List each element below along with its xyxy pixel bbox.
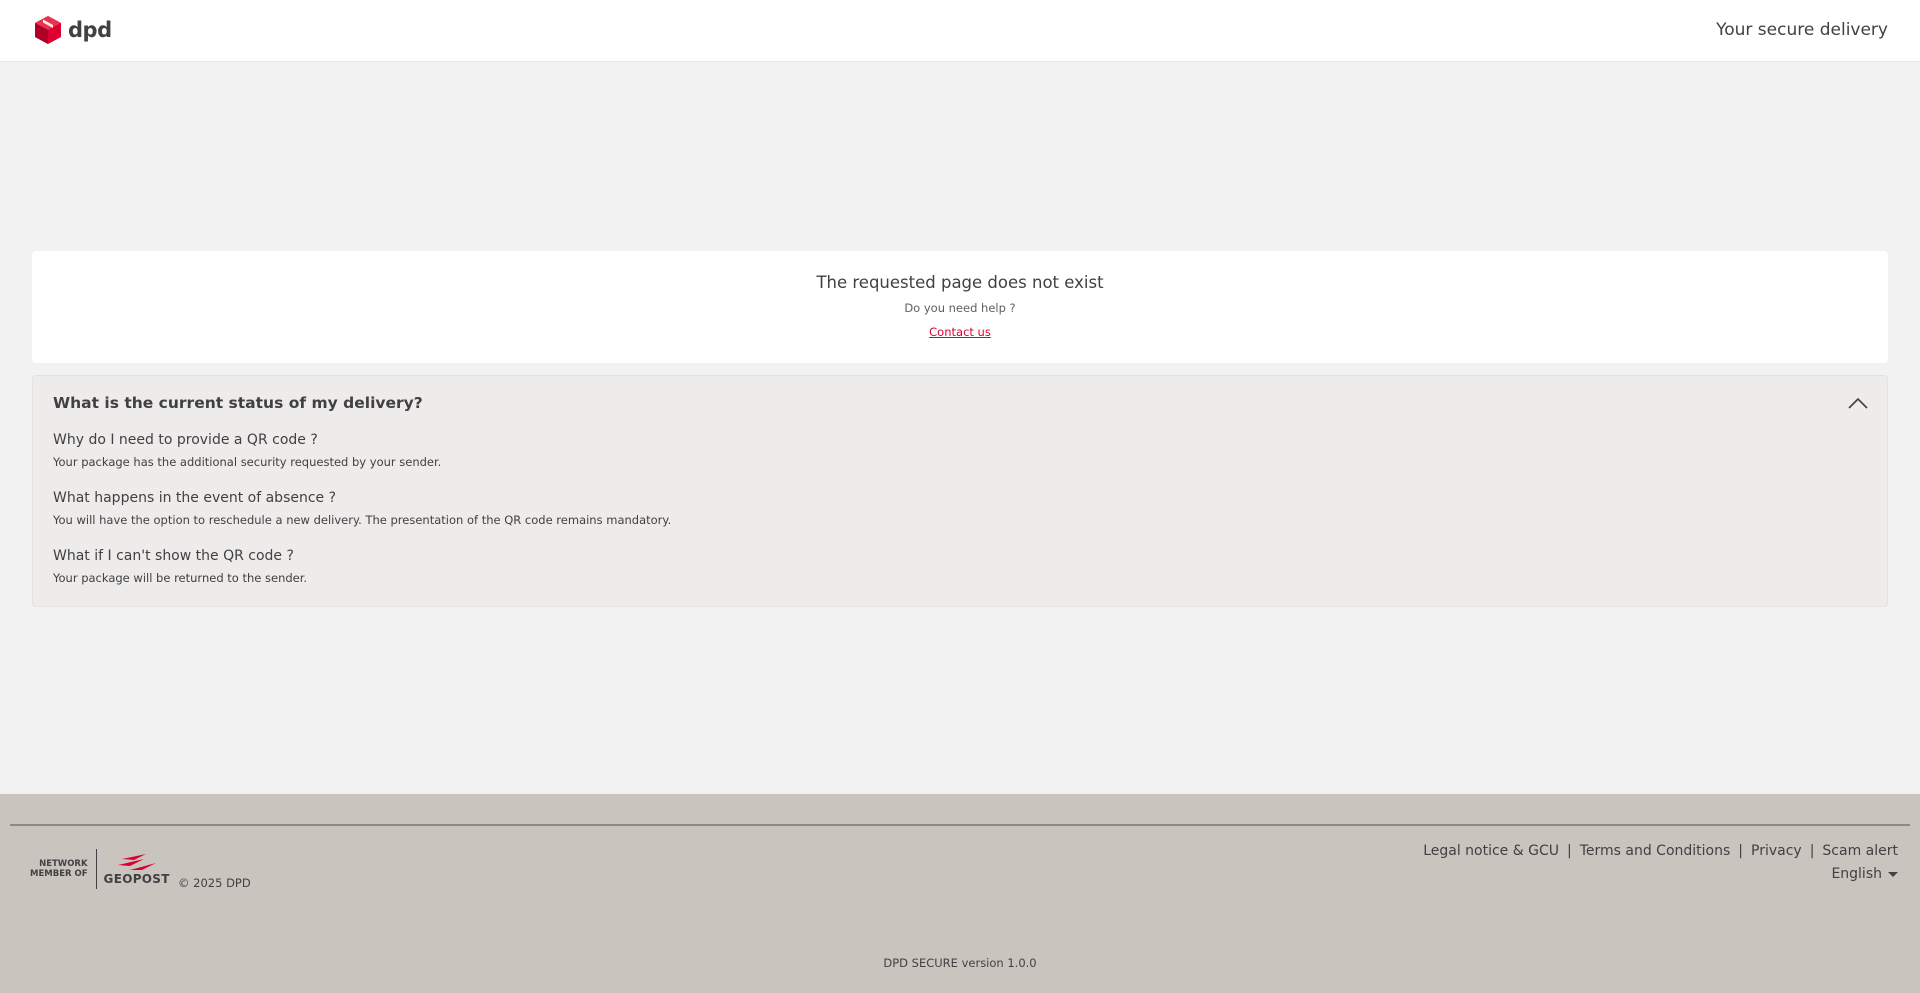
network-separator — [95, 849, 97, 889]
geopost-logo[interactable]: GEOPOST — [104, 853, 170, 886]
faq-question: What happens in the event of absence ? — [53, 490, 337, 506]
copyright: © 2025 DPD — [178, 876, 251, 890]
legal-notice-link[interactable]: Legal notice & GCU — [1423, 843, 1559, 859]
faq-answer: You will have the option to reschedule a… — [53, 513, 672, 527]
link-separator: | — [1566, 843, 1572, 859]
dpd-cube-icon — [35, 16, 61, 44]
contact-container: Contact us — [32, 325, 1888, 339]
header-title: Your secure delivery — [1716, 20, 1888, 40]
faq-question: Why do I need to provide a QR code ? — [53, 432, 318, 448]
faq-title[interactable]: What is the current status of my deliver… — [53, 394, 423, 412]
link-separator: | — [1738, 843, 1743, 859]
version-text: DPD SECURE version 1.0.0 — [883, 956, 1037, 970]
logo-text: dpd — [68, 18, 112, 42]
faq-item: Why do I need to provide a QR code ? You… — [53, 432, 441, 469]
network-line-1: NETWORK — [39, 859, 88, 869]
error-card: The requested page does not exist Do you… — [32, 251, 1888, 363]
contact-us-link[interactable]: Contact us — [929, 325, 991, 339]
language-label: English — [1831, 866, 1882, 882]
scam-alert-link[interactable]: Scam alert — [1822, 843, 1898, 859]
geopost-text: GEOPOST — [103, 871, 170, 886]
language-selector[interactable]: English — [1831, 866, 1898, 882]
faq-answer: Your package will be returned to the sen… — [53, 571, 308, 585]
dpd-logo[interactable]: dpd — [34, 15, 112, 45]
network-line-2: MEMBER OF — [30, 869, 88, 879]
error-title: The requested page does not exist — [816, 273, 1104, 292]
terms-link[interactable]: Terms and Conditions — [1580, 843, 1731, 859]
faq-answer: Your package has the additional security… — [53, 455, 442, 469]
geopost-logo-icon — [117, 853, 156, 870]
network-member-label: NETWORK MEMBER OF — [30, 859, 88, 879]
footer: NETWORK MEMBER OF GEOPOST © 2025 DPD Leg… — [0, 794, 1920, 993]
link-separator: | — [1809, 843, 1815, 859]
help-text: Do you need help ? — [904, 301, 1016, 315]
footer-links: Legal notice & GCU | Terms and Condition… — [1423, 843, 1898, 859]
caret-down-icon — [1888, 871, 1898, 877]
faq-item: What if I can't show the QR code ? Your … — [53, 548, 307, 585]
faq-question: What if I can't show the QR code ? — [53, 548, 294, 564]
network-member-block: NETWORK MEMBER OF GEOPOST — [30, 849, 170, 889]
header: dpd Your secure delivery — [0, 0, 1920, 62]
chevron-up-icon[interactable] — [1847, 395, 1869, 411]
faq-item: What happens in the event of absence ? Y… — [53, 490, 671, 527]
footer-divider — [10, 824, 1910, 826]
faq-accordion: What is the current status of my deliver… — [32, 375, 1888, 607]
privacy-link[interactable]: Privacy — [1751, 843, 1802, 859]
